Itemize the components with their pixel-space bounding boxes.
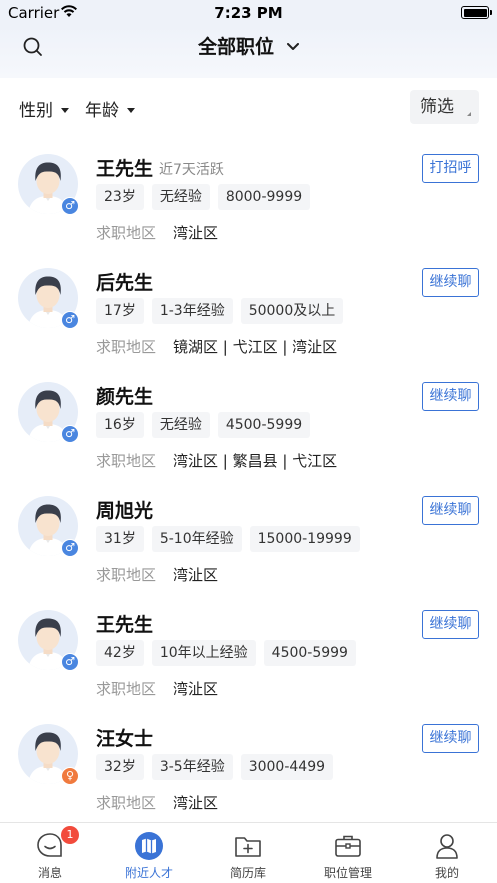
activity-status: 近7天活跃 [159,162,224,178]
tag-list: 32岁 3-5年经验 3000-4499 [96,754,341,780]
dropdown-arrow-icon [61,108,69,113]
map-icon [135,832,163,860]
user-icon [436,834,458,859]
female-icon: ♀ [61,767,79,785]
tab-resume-library[interactable]: 简历库 [198,823,298,883]
candidate-name: 后先生 [96,272,154,294]
filter-bar: 性别 年龄 筛选 [0,78,497,134]
male-icon: ♂ [61,653,79,671]
greet-button[interactable]: 打招呼 [422,154,479,183]
candidate-name: 王先生 [96,158,154,180]
region-value: 湾沚区 [173,566,219,584]
candidate-name: 汪女士 [96,728,154,750]
page-title: 全部职位 [197,36,274,58]
tab-nearby-talent[interactable]: 附近人才 [99,823,199,883]
region-value: 湾沚区 [173,224,219,242]
candidate-list: ♂ 王先生 近7天活跃 23岁 无经验 8000-9999 求职地区 湾沚区 打招呼 ♂ 后先生 17… [0,134,497,822]
experience-tag: 10年以上经验 [151,640,256,666]
continue-chat-button[interactable]: 继续聊 [422,268,479,297]
candidate-card[interactable]: ♂ 颜先生 16岁 无经验 4500-5999 求职地区 湾沚区 | 繁昌县 | 弋江区 继续… [0,362,497,476]
age-tag: 32岁 [96,754,144,780]
region-label: 求职地区 [96,224,157,242]
salary-tag: 4500-5999 [217,412,311,438]
region-label: 求职地区 [96,794,157,812]
male-icon: ♂ [61,539,79,557]
region-value: 镜湖区 | 弋江区 | 湾沚区 [173,338,338,356]
dropdown-arrow-icon [127,108,135,113]
tab-nearby-talent-label: 附近人才 [124,866,173,880]
experience-tag: 1-3年经验 [151,298,233,324]
tag-list: 17岁 1-3年经验 50000及以上 [96,298,351,324]
continue-chat-button[interactable]: 继续聊 [422,610,479,639]
tab-job-management-label: 职位管理 [323,866,372,880]
tab-messages-label: 消息 [37,866,62,880]
age-tag: 31岁 [96,526,144,552]
tag-list: 42岁 10年以上经验 4500-5999 [96,640,364,666]
salary-tag: 15000-19999 [249,526,360,552]
gender-filter-label: 性别 [19,101,53,121]
region-label: 求职地区 [96,452,157,470]
status-bar: Carrier 7:23 PM [0,0,497,26]
header: 全部职位 [0,26,497,78]
age-tag: 16岁 [96,412,144,438]
tab-job-management[interactable]: 职位管理 [298,823,398,883]
region-label: 求职地区 [96,338,157,356]
male-icon: ♂ [61,425,79,443]
folder-add-icon [235,837,261,857]
age-tag: 42岁 [96,640,144,666]
unread-badge: 1 [61,826,79,844]
tab-mine[interactable]: 我的 [397,823,497,883]
tag-list: 31岁 5-10年经验 15000-19999 [96,526,368,552]
experience-tag: 3-5年经验 [151,754,233,780]
candidate-name: 王先生 [96,614,154,636]
region-value: 湾沚区 [173,794,219,812]
candidate-card[interactable]: ♂ 后先生 17岁 1-3年经验 50000及以上求职地区 镜湖区 | 弋江区 | 湾沚区… [0,248,497,362]
chevron-down-icon [287,43,300,50]
age-tag: 17岁 [96,298,144,324]
male-icon: ♂ [61,311,79,329]
gender-filter[interactable]: 性别 [19,96,69,121]
region-label: 求职地区 [96,680,157,698]
region-value: 湾沚区 | 繁昌县 | 弋江区 [173,452,338,470]
corner-arrow-icon [467,112,471,116]
candidate-name: 颜先生 [96,386,154,408]
region-label: 求职地区 [96,566,157,584]
job-title-selector[interactable]: 全部职位 [0,32,497,59]
candidate-card[interactable]: ♂ 王先生 近7天活跃 23岁 无经验 8000-9999 求职地区 湾沚区 打招呼 [0,134,497,248]
experience-tag: 无经验 [151,184,210,210]
candidate-card[interactable]: ♀ 汪女士 32岁 3-5年经验 3000-4499 求职地区 湾沚区 继续聊 [0,704,497,818]
experience-tag: 无经验 [151,412,210,438]
candidate-card[interactable]: ♂ 周旭光 31岁 5-10年经验 15000-19999 求职地区 湾沚区 继续聊 [0,476,497,590]
clock: 7:23 PM [214,4,283,22]
briefcase-icon [335,835,361,857]
age-tag: 23岁 [96,184,144,210]
screen-button[interactable]: 筛选 [410,90,479,124]
experience-tag: 5-10年经验 [151,526,242,552]
salary-tag: 50000及以上 [240,298,344,324]
age-filter-label: 年龄 [85,101,119,121]
candidate-name: 周旭光 [96,500,154,522]
male-icon: ♂ [61,197,79,215]
tag-list: 23岁 无经验 8000-9999 [96,184,318,210]
continue-chat-button[interactable]: 继续聊 [422,496,479,525]
tag-list: 16岁 无经验 4500-5999 [96,412,318,438]
continue-chat-button[interactable]: 继续聊 [422,724,479,753]
tab-messages[interactable]: 1 消息 [0,823,100,883]
screen-label: 筛选 [420,97,454,117]
tab-bar: 1 消息 附近人才 简历库 职位管理 我的 [0,822,497,883]
region-value: 湾沚区 [173,680,219,698]
battery-icon [461,6,489,19]
salary-tag: 3000-4499 [240,754,334,780]
age-filter[interactable]: 年龄 [85,96,135,121]
salary-tag: 4500-5999 [263,640,356,666]
salary-tag: 8000-9999 [217,184,311,210]
tab-resume-library-label: 简历库 [229,866,266,880]
tab-mine-label: 我的 [434,866,459,880]
battery-tip [490,10,492,15]
candidate-card[interactable]: ♂ 王先生 42岁 10年以上经验 4500-5999 求职地区 湾沚区 继续聊 [0,590,497,704]
continue-chat-button[interactable]: 继续聊 [422,382,479,411]
